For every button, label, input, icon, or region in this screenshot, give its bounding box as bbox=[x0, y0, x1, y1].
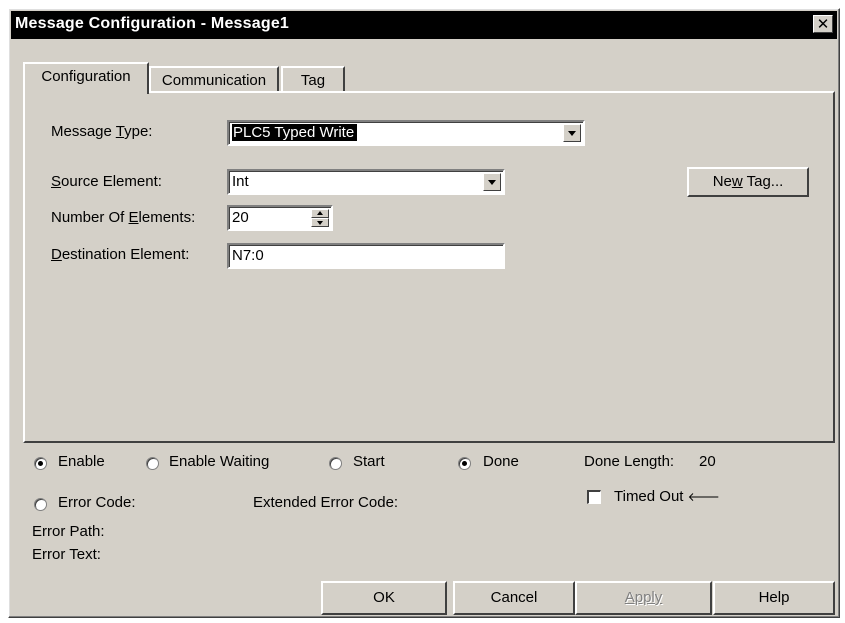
ok-button[interactable]: OK bbox=[321, 581, 447, 615]
done-label: Done bbox=[483, 453, 519, 470]
message-configuration-dialog: Message Configuration - Message1 ✕ Confi… bbox=[8, 8, 840, 618]
source-element-value: Int bbox=[232, 173, 249, 190]
error-code-radio bbox=[34, 498, 47, 511]
number-of-elements-label: Number Of Elements: bbox=[51, 209, 196, 226]
message-type-label: Message Type: bbox=[51, 123, 153, 140]
message-type-select[interactable]: PLC5 Typed Write bbox=[227, 120, 585, 146]
enable-waiting-radio bbox=[146, 457, 159, 470]
tab-tag-label: Tag bbox=[300, 72, 326, 89]
enable-waiting-label: Enable Waiting bbox=[169, 453, 270, 470]
window-title: Message Configuration - Message1 bbox=[15, 15, 290, 32]
error-path-label: Error Path: bbox=[32, 523, 105, 540]
chevron-down-icon[interactable] bbox=[483, 173, 501, 191]
done-length-value: 20 bbox=[699, 453, 716, 470]
source-element-label: Source Element: bbox=[51, 173, 162, 190]
error-text-label: Error Text: bbox=[32, 546, 101, 563]
done-radio bbox=[458, 457, 471, 470]
arrow-left-icon: 🡐 bbox=[687, 490, 720, 504]
chevron-down-icon[interactable] bbox=[563, 124, 581, 142]
spinner-control bbox=[311, 209, 329, 227]
help-button[interactable]: Help bbox=[713, 581, 835, 615]
enable-radio bbox=[34, 457, 47, 470]
destination-element-field[interactable]: N7:0 bbox=[227, 243, 505, 269]
close-button[interactable]: ✕ bbox=[813, 15, 833, 33]
spin-down-arrow-icon[interactable] bbox=[311, 218, 329, 227]
tab-communication[interactable]: Communication bbox=[149, 66, 279, 92]
destination-element-value: N7:0 bbox=[232, 247, 264, 264]
tab-configuration-label: Configuration bbox=[41, 68, 131, 85]
apply-button[interactable]: Apply bbox=[575, 581, 712, 615]
source-element-select[interactable]: Int bbox=[227, 169, 505, 195]
destination-element-label: Destination Element: bbox=[51, 246, 190, 263]
number-of-elements-value: 20 bbox=[232, 209, 249, 226]
enable-label: Enable bbox=[58, 453, 105, 470]
message-type-value: PLC5 Typed Write bbox=[232, 124, 358, 141]
timed-out-checkbox[interactable] bbox=[587, 490, 601, 504]
done-length-label: Done Length: bbox=[584, 453, 675, 470]
configuration-panel: Message Type: PLC5 Typed Write Source El… bbox=[23, 91, 835, 443]
tab-tag[interactable]: Tag bbox=[281, 66, 345, 92]
spin-up-arrow-icon[interactable] bbox=[311, 209, 329, 218]
number-of-elements-spinner[interactable]: 20 bbox=[227, 205, 333, 231]
error-code-label: Error Code: bbox=[58, 494, 136, 511]
start-radio bbox=[329, 457, 342, 470]
start-label: Start bbox=[353, 453, 385, 470]
timed-out-label: Timed Out 🡐 bbox=[614, 488, 720, 505]
tab-communication-label: Communication bbox=[161, 72, 267, 89]
new-tag-button[interactable]: New Tag... bbox=[687, 167, 809, 197]
extended-error-code-label: Extended Error Code: bbox=[253, 494, 399, 511]
title-bar: Message Configuration - Message1 ✕ bbox=[11, 11, 837, 39]
cancel-button[interactable]: Cancel bbox=[453, 581, 575, 615]
tab-configuration[interactable]: Configuration bbox=[23, 62, 149, 94]
